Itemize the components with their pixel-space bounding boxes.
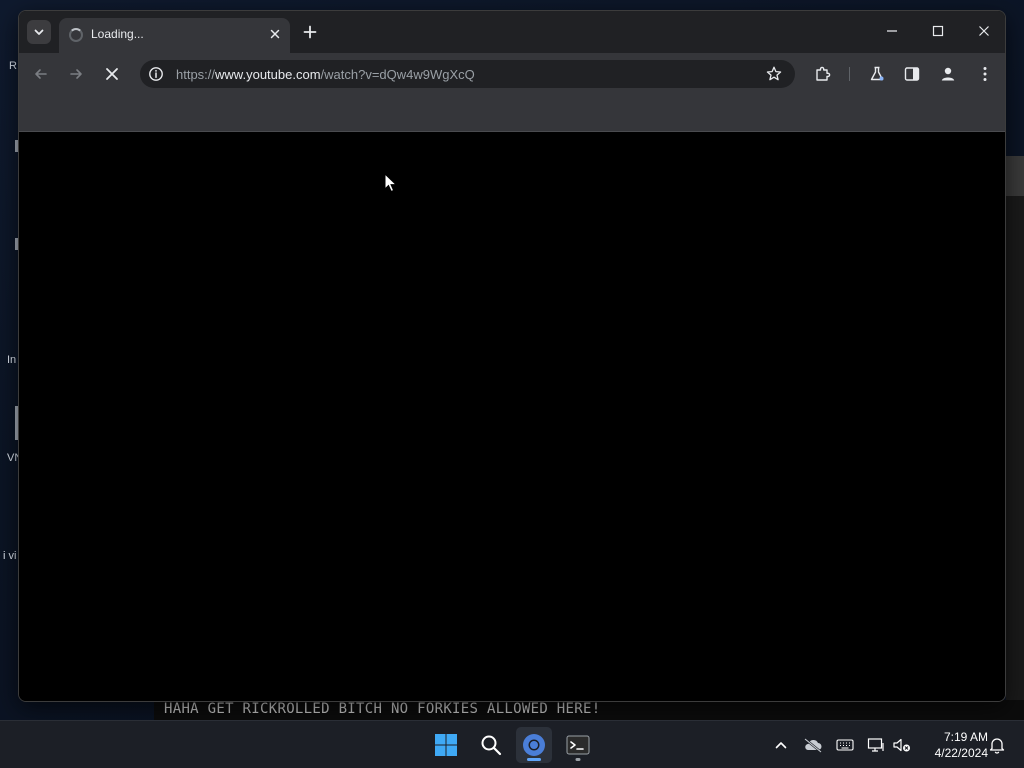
search-button[interactable] bbox=[473, 727, 509, 763]
bookmarks-bar bbox=[19, 95, 1005, 132]
close-window-button[interactable] bbox=[961, 17, 1005, 45]
monitor-network-icon bbox=[867, 738, 884, 752]
bell-icon bbox=[989, 738, 1005, 754]
side-panel-button[interactable] bbox=[899, 61, 925, 87]
loading-spinner-icon bbox=[69, 28, 83, 42]
labs-button[interactable] bbox=[864, 61, 890, 87]
taskbar-chrome[interactable] bbox=[516, 727, 552, 763]
speaker-muted-icon bbox=[893, 738, 910, 752]
network-button[interactable] bbox=[866, 735, 886, 755]
browser-toolbar: https://www.youtube.com/watch?v=dQw4w9Wg… bbox=[19, 53, 1005, 95]
background-window-edge bbox=[1006, 196, 1024, 700]
clock-time: 7:19 AM bbox=[943, 730, 988, 744]
desktop-icon-label[interactable]: In bbox=[7, 354, 16, 366]
show-hidden-icons-button[interactable] bbox=[771, 735, 791, 755]
url-host: www.youtube.com bbox=[215, 67, 321, 82]
extensions-button[interactable] bbox=[810, 61, 836, 87]
page-content[interactable] bbox=[19, 132, 1005, 701]
chrome-icon bbox=[523, 734, 545, 756]
taskbar: 7:19 AM 4/22/2024 bbox=[0, 720, 1024, 768]
minimize-icon bbox=[887, 30, 897, 32]
tab-close-button[interactable] bbox=[266, 25, 284, 43]
keyboard-icon bbox=[836, 739, 854, 751]
running-indicator bbox=[575, 758, 581, 761]
stop-loading-button[interactable] bbox=[99, 61, 125, 87]
start-button[interactable] bbox=[428, 727, 464, 763]
profile-button[interactable] bbox=[935, 61, 961, 87]
tab-title: Loading... bbox=[91, 27, 144, 41]
arrow-left-icon bbox=[35, 69, 47, 79]
star-icon[interactable] bbox=[765, 65, 783, 83]
new-tab-button[interactable] bbox=[300, 22, 320, 42]
onedrive-button[interactable] bbox=[803, 735, 823, 755]
browser-window: Loading... https://www.youtube.com/watch… bbox=[18, 10, 1006, 702]
tab-active[interactable]: Loading... bbox=[59, 18, 290, 53]
taskbar-clock[interactable]: 7:19 AM 4/22/2024 bbox=[918, 729, 988, 761]
toolbar-separator bbox=[849, 67, 850, 81]
windows-logo-icon bbox=[435, 734, 457, 756]
tab-search-button[interactable] bbox=[27, 20, 51, 44]
close-icon bbox=[106, 68, 118, 80]
taskbar-terminal[interactable] bbox=[560, 727, 596, 763]
chevron-up-icon bbox=[775, 742, 787, 749]
chevron-down-icon bbox=[34, 29, 44, 35]
url-scheme: https:// bbox=[176, 67, 216, 82]
more-vertical-icon bbox=[983, 67, 987, 81]
mouse-cursor-icon bbox=[384, 173, 398, 193]
person-icon bbox=[941, 67, 955, 81]
terminal-output: HAHA GET RICKROLLED BITCH NO FORKIES ALL… bbox=[164, 701, 601, 717]
maximize-button[interactable] bbox=[915, 17, 961, 45]
address-bar[interactable]: https://www.youtube.com/watch?v=dQw4w9Wg… bbox=[140, 60, 795, 88]
plus-icon bbox=[303, 25, 317, 39]
cloud-offline-icon bbox=[804, 738, 822, 753]
terminal-icon bbox=[566, 735, 590, 755]
side-panel-icon bbox=[904, 67, 920, 81]
minimize-button[interactable] bbox=[869, 17, 915, 45]
puzzle-icon bbox=[816, 66, 831, 81]
active-indicator bbox=[527, 758, 541, 761]
desktop-icon-label[interactable]: i vi bbox=[3, 550, 16, 562]
search-icon bbox=[481, 735, 502, 756]
desktop-icon-label[interactable]: R bbox=[9, 60, 17, 72]
arrow-right-icon bbox=[70, 69, 82, 79]
notifications-button[interactable] bbox=[987, 735, 1007, 755]
forward-button[interactable] bbox=[63, 61, 89, 87]
url-text[interactable]: https://www.youtube.com/watch?v=dQw4w9Wg… bbox=[176, 67, 475, 82]
info-icon[interactable] bbox=[148, 66, 164, 82]
close-icon bbox=[270, 29, 280, 39]
back-button[interactable] bbox=[28, 61, 54, 87]
url-path: /watch?v=dQw4w9WgXcQ bbox=[320, 67, 475, 82]
tab-strip: Loading... bbox=[19, 11, 1005, 53]
keyboard-button[interactable] bbox=[835, 735, 855, 755]
menu-button[interactable] bbox=[972, 61, 998, 87]
maximize-icon bbox=[932, 25, 944, 37]
clock-date: 4/22/2024 bbox=[934, 746, 988, 760]
close-icon bbox=[979, 26, 989, 36]
volume-button[interactable] bbox=[892, 735, 912, 755]
background-window-edge bbox=[1006, 156, 1024, 196]
flask-icon bbox=[870, 66, 884, 81]
